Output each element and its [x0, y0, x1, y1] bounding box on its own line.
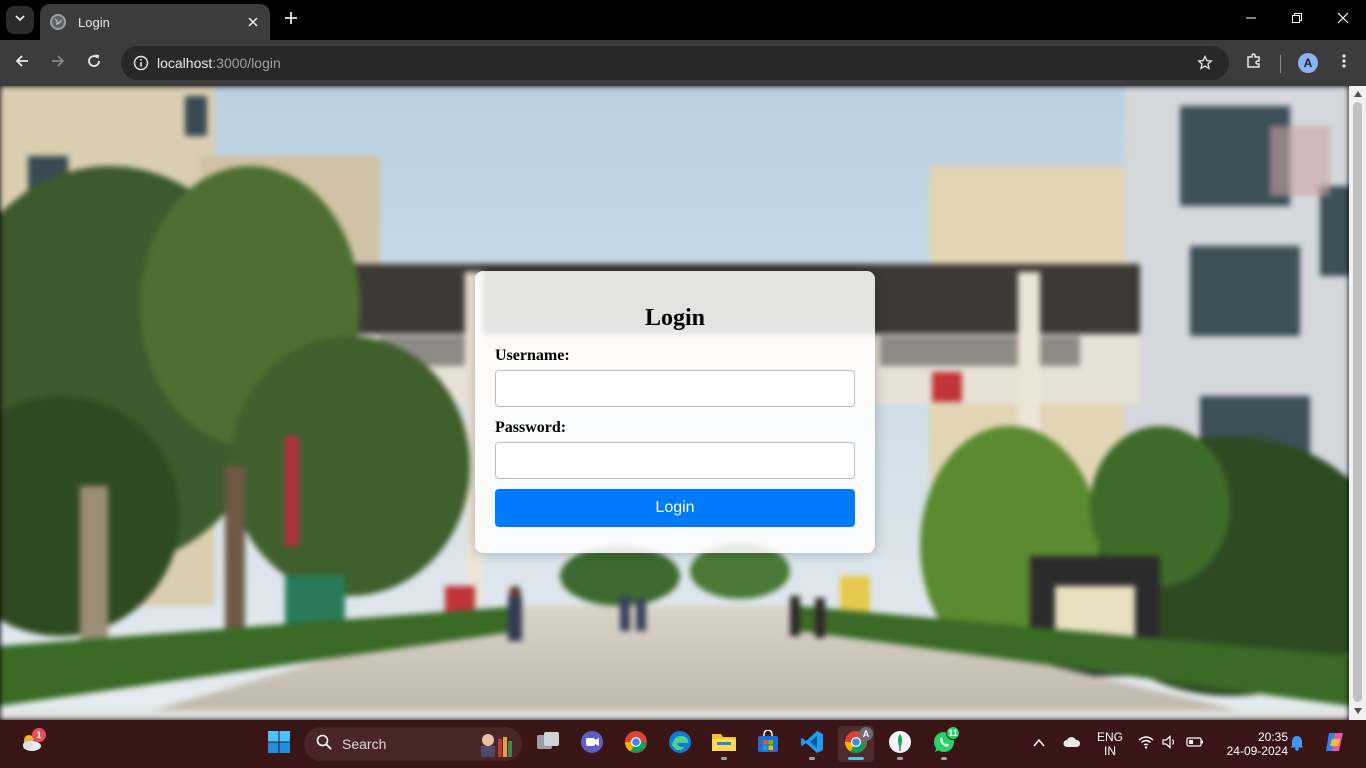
file-explorer-app[interactable] — [706, 726, 742, 762]
login-heading: Login — [644, 305, 706, 331]
taskbar-search-box[interactable]: Search — [304, 727, 522, 761]
username-label: Username: — [495, 347, 570, 364]
windows-taskbar: 1 Search A 11 ENG IN 20:35 24-09-2024 — [0, 720, 1366, 768]
onedrive-tray-button[interactable] — [1058, 726, 1086, 762]
arrow-left-icon — [14, 53, 30, 74]
url-host: localhost — [157, 55, 213, 71]
tab-search-button[interactable] — [6, 6, 34, 34]
login-card: Login Username: Password: Login — [475, 271, 875, 553]
new-tab-button[interactable] — [279, 8, 303, 32]
chevron-up-icon — [1033, 735, 1045, 753]
vscode-icon — [800, 730, 824, 759]
whatsapp-unread-badge: 11 — [946, 726, 960, 740]
copilot-icon — [1323, 730, 1347, 759]
clock[interactable]: 20:35 24-09-2024 — [1218, 730, 1288, 758]
bell-icon — [1289, 733, 1305, 756]
password-input[interactable] — [495, 442, 855, 479]
url-text: localhost:3000/login — [157, 55, 281, 71]
clock-date: 24-09-2024 — [1226, 744, 1288, 758]
scroll-down-arrow-icon[interactable] — [1353, 706, 1362, 716]
whatsapp-app[interactable]: 11 — [926, 726, 962, 762]
browser-menu-button[interactable] — [1330, 49, 1358, 77]
battery-icon — [1186, 735, 1204, 753]
chrome-app[interactable] — [618, 726, 654, 762]
task-view-button[interactable] — [530, 726, 566, 762]
scroll-up-arrow-icon[interactable] — [1353, 89, 1362, 99]
profile-avatar[interactable]: A — [1298, 53, 1318, 73]
tab-title: Login — [78, 14, 110, 30]
windows-logo-icon — [268, 730, 290, 758]
store-bag-icon — [756, 728, 780, 759]
start-button[interactable] — [261, 726, 297, 762]
vscode-app[interactable] — [794, 726, 830, 762]
wifi-icon — [1138, 735, 1154, 754]
globe-icon — [50, 14, 66, 30]
bookmark-star-icon[interactable] — [1193, 51, 1217, 75]
tab-strip: Login — [0, 0, 1366, 40]
running-indicator — [809, 757, 815, 760]
weather-notification-badge: 1 — [32, 728, 46, 742]
tray-overflow-button[interactable] — [1026, 726, 1052, 762]
mongodb-compass-app[interactable] — [882, 726, 918, 762]
restore-button[interactable] — [1274, 0, 1320, 40]
edge-app[interactable] — [662, 726, 698, 762]
toolbar-divider — [1280, 55, 1281, 73]
page-viewport: Login Username: Password: Login — [0, 86, 1349, 720]
close-window-button[interactable] — [1320, 0, 1366, 40]
address-bar[interactable]: localhost:3000/login — [121, 46, 1229, 80]
quick-settings-button[interactable] — [1134, 726, 1208, 762]
close-tab-icon[interactable] — [242, 11, 264, 33]
task-view-icon — [536, 731, 560, 758]
notifications-button[interactable] — [1284, 726, 1310, 762]
microsoft-store-app[interactable] — [750, 726, 786, 762]
language-primary: ENG — [1096, 730, 1123, 744]
back-button[interactable] — [8, 49, 36, 77]
search-icon — [316, 734, 332, 755]
plus-icon — [284, 11, 298, 30]
extensions-button[interactable] — [1240, 49, 1268, 77]
active-indicator — [848, 757, 864, 760]
minimize-button[interactable] — [1228, 0, 1274, 40]
search-placeholder: Search — [342, 736, 387, 752]
running-indicator — [897, 757, 903, 760]
language-indicator[interactable]: ENG IN — [1094, 730, 1126, 758]
reload-icon — [86, 53, 102, 74]
running-indicator — [941, 757, 947, 760]
folder-icon — [711, 731, 737, 758]
reload-button[interactable] — [80, 49, 108, 77]
more-vertical-icon — [1336, 53, 1352, 74]
search-highlight-illustration-icon — [476, 731, 516, 762]
browser-toolbar: localhost:3000/login — [0, 40, 1366, 86]
leaf-icon — [888, 730, 912, 759]
weather-widget[interactable]: 1 — [14, 726, 50, 762]
login-submit-button[interactable]: Login — [495, 489, 855, 527]
scrollbar-thumb[interactable] — [1353, 102, 1362, 702]
chrome-active-app[interactable]: A — [838, 726, 874, 762]
volume-icon — [1162, 734, 1178, 754]
chrome-icon — [624, 730, 648, 759]
chevron-down-icon — [14, 11, 26, 29]
puzzle-icon — [1245, 52, 1263, 75]
info-icon[interactable] — [129, 51, 153, 75]
edge-icon — [668, 730, 692, 759]
arrow-right-icon — [50, 53, 66, 74]
language-secondary: IN — [1104, 744, 1116, 758]
video-chat-icon — [580, 730, 604, 759]
restore-icon — [1291, 11, 1303, 29]
close-icon — [1337, 11, 1349, 29]
minimize-icon — [1245, 11, 1257, 29]
forward-button[interactable] — [44, 49, 72, 77]
browser-tab[interactable]: Login — [40, 4, 270, 40]
running-indicator — [721, 757, 727, 760]
username-input[interactable] — [495, 370, 855, 407]
page-scrollbar[interactable] — [1349, 86, 1366, 720]
copilot-button[interactable] — [1318, 726, 1352, 762]
teams-meet-app[interactable] — [574, 726, 610, 762]
chrome-profile-badge: A — [859, 727, 873, 741]
url-path: :3000/login — [212, 55, 281, 71]
password-label: Password: — [495, 419, 567, 436]
cloud-icon — [1063, 735, 1081, 753]
